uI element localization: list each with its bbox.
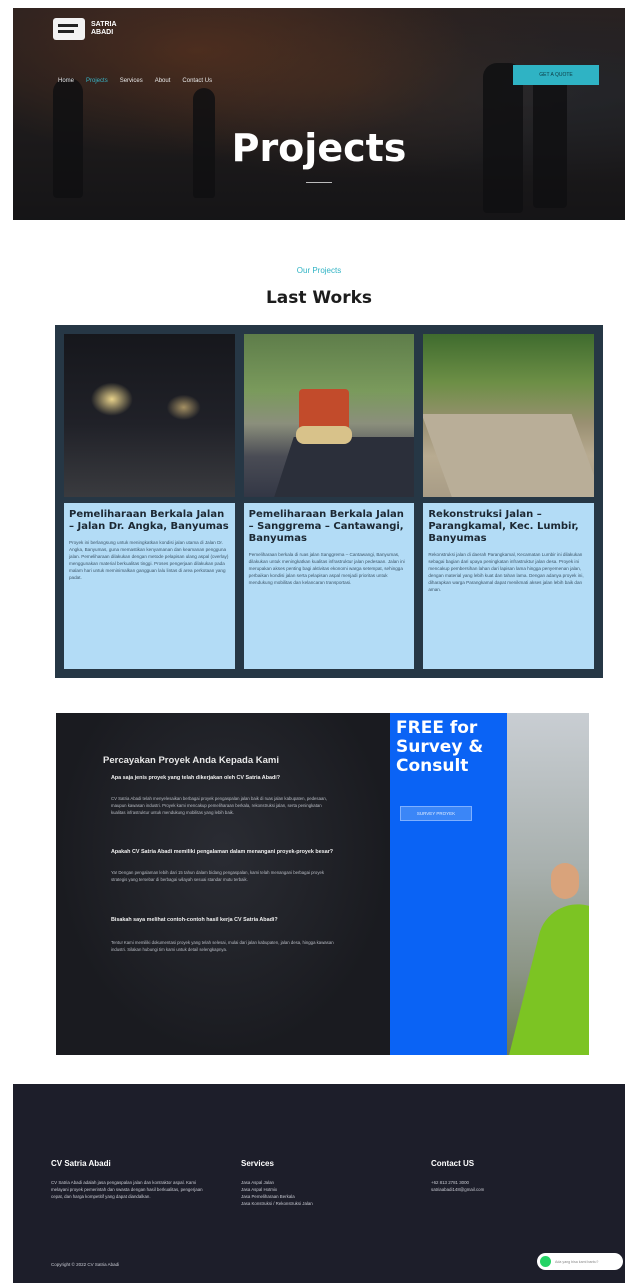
page-title: Projects xyxy=(231,126,407,170)
project-card[interactable]: Pemeliharaan Berkala Jalan – Jalan Dr. A… xyxy=(64,334,235,669)
worker-photo xyxy=(507,713,589,1055)
project-title: Pemeliharaan Berkala Jalan – Sanggrema –… xyxy=(248,509,404,544)
nav-item-services[interactable]: Services xyxy=(120,78,143,84)
project-card-body: Pemeliharaan Berkala Jalan – Jalan Dr. A… xyxy=(64,503,235,669)
project-description: Rekonstruksi jalan di daerah Parangkamal… xyxy=(428,552,584,592)
project-image-road-roller xyxy=(243,334,415,497)
project-description: Proyek ini berlangsung untuk meningkatka… xyxy=(69,540,229,580)
footer-service-link[interactable]: Jasa Pemeliharaan Berkala xyxy=(241,1193,401,1200)
survey-button[interactable]: SURVEY PROYEK xyxy=(400,806,472,821)
section-subtitle: Our Projects xyxy=(296,266,342,275)
image-roller xyxy=(298,389,349,431)
footer-company-text: CV Satria Abadi adalah jasa pengaspalan … xyxy=(51,1180,203,1199)
footer-company-title: CV Satria Abadi xyxy=(51,1159,111,1168)
faq-answer: Ya! Dengan pengalaman lebih dari 15 tahu… xyxy=(111,870,325,882)
footer-service-link[interactable]: Jasa Aspal Jalan xyxy=(241,1179,401,1186)
project-card[interactable]: Rekonstruksi Jalan – Parangkamal, Kec. L… xyxy=(423,334,595,669)
image-road xyxy=(423,414,595,497)
project-card-body: Rekonstruksi Jalan – Parangkamal, Kec. L… xyxy=(423,503,595,669)
nav-item-about[interactable]: About xyxy=(155,78,171,84)
image-roller-drum xyxy=(295,426,352,444)
project-card[interactable]: Pemeliharaan Berkala Jalan – Sanggrema –… xyxy=(243,334,415,669)
copyright: Copyright © 2022 CV Satria Abadi xyxy=(51,1262,120,1267)
faq-title: Percayakan Proyek Anda Kepada Kami xyxy=(103,755,280,766)
photo-safety-vest xyxy=(507,895,589,1055)
faq-question: Apa saja jenis proyek yang telah dikerja… xyxy=(111,775,281,781)
nav-item-projects[interactable]: Projects xyxy=(86,78,108,84)
get-quote-button[interactable]: GET A QUOTE xyxy=(513,65,599,85)
project-title: Rekonstruksi Jalan – Parangkamal, Kec. L… xyxy=(428,509,579,544)
main-nav: Home Projects Services About Contact Us xyxy=(58,78,212,84)
section-title: Last Works xyxy=(265,288,373,308)
footer-service-link[interactable]: Jasa Aspal Hotmix xyxy=(241,1186,401,1193)
project-title: Pemeliharaan Berkala Jalan – Jalan Dr. A… xyxy=(69,509,229,532)
photo-hand xyxy=(551,863,579,899)
free-survey-heading: FREE for Survey & Consult xyxy=(396,718,484,776)
project-image-night-paving xyxy=(64,334,235,497)
footer-services-list: Jasa Aspal Jalan Jasa Aspal Hotmix Jasa … xyxy=(241,1179,401,1207)
project-card-body: Pemeliharaan Berkala Jalan – Sanggrema –… xyxy=(243,503,415,669)
consult-section: Percayakan Proyek Anda Kepada Kami Apa s… xyxy=(56,713,589,1055)
footer-contact-title: Contact US xyxy=(431,1159,475,1168)
whatsapp-icon xyxy=(540,1256,551,1267)
footer-service-link[interactable]: Jasa Konstruksi / Rekonstruksi Jalan xyxy=(241,1200,401,1207)
title-divider xyxy=(306,182,332,183)
footer-services-title: Services xyxy=(241,1159,274,1168)
faq-question: Bisakah saya melihat contoh-contoh hasil… xyxy=(111,917,278,923)
footer-phone[interactable]: +62 813 2781 3000 xyxy=(431,1179,581,1186)
projects-grid: Pemeliharaan Berkala Jalan – Jalan Dr. A… xyxy=(55,325,603,678)
logo-text: SATRIA ABADI xyxy=(91,21,117,36)
nav-item-contact[interactable]: Contact Us xyxy=(182,78,212,84)
nav-item-home[interactable]: Home xyxy=(58,78,74,84)
image-road xyxy=(273,437,415,497)
faq-question: Apakah CV Satria Abadi memiliki pengalam… xyxy=(111,849,334,855)
faq-answer: Tentu! Kami memiliki dokumentasi proyek … xyxy=(111,940,334,952)
logo-icon xyxy=(53,18,85,40)
free-survey-panel: FREE for Survey & Consult SURVEY PROYEK xyxy=(390,713,507,1055)
site-footer: CV Satria Abadi CV Satria Abadi adalah j… xyxy=(13,1084,625,1283)
faq-panel: Percayakan Proyek Anda Kepada Kami Apa s… xyxy=(56,713,390,1055)
whatsapp-label: Ada yang bisa kami bantu? xyxy=(555,1259,599,1264)
faq-answer: CV Satria Abadi telah menyelesaikan berb… xyxy=(111,796,327,815)
project-image-road-reconstruction xyxy=(423,334,595,497)
whatsapp-chat-button[interactable]: Ada yang bisa kami bantu? xyxy=(537,1253,623,1270)
footer-contact-info: +62 813 2781 3000 satriaabadi148@gmail.c… xyxy=(431,1179,581,1193)
footer-email[interactable]: satriaabadi148@gmail.com xyxy=(431,1186,581,1193)
hero-banner: SATRIA ABADI Home Projects Services Abou… xyxy=(13,8,625,220)
site-logo[interactable]: SATRIA ABADI xyxy=(53,18,121,40)
project-description: Pemeliharaan berkala di ruas jalan Sangg… xyxy=(248,552,405,585)
